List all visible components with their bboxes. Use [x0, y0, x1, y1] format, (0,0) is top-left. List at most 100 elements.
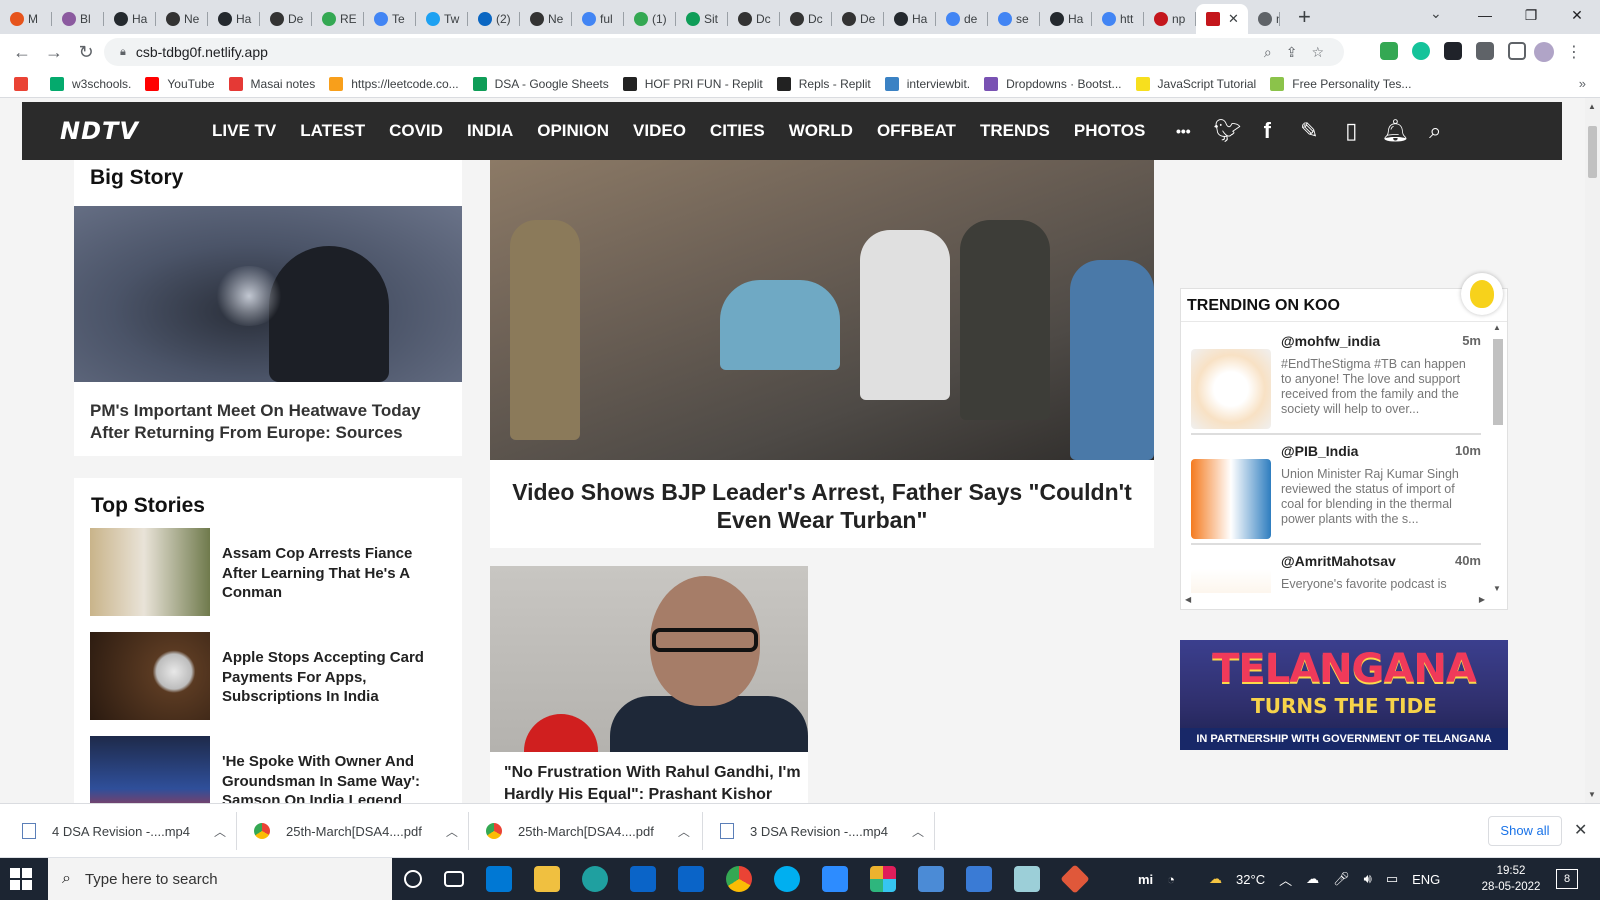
- show-all-button[interactable]: Show all: [1488, 816, 1562, 846]
- react-devtools-icon[interactable]: [1444, 42, 1462, 60]
- story-item[interactable]: Apple Stops Accepting Card Payments For …: [90, 632, 450, 720]
- zoom-icon[interactable]: ⌕: [1264, 44, 1272, 61]
- page-scrollbar[interactable]: ▲ ▼: [1585, 98, 1600, 803]
- tab-search-icon[interactable]: ⌄: [1430, 5, 1442, 22]
- facebook-icon[interactable]: f: [1255, 118, 1279, 144]
- tab[interactable]: Ne: [156, 4, 208, 34]
- bookmark-label[interactable]: https://leetcode.co...: [351, 77, 458, 91]
- bookmark-label[interactable]: interviewbit.: [907, 77, 970, 91]
- tab[interactable]: Ha: [208, 4, 260, 34]
- scroll-thumb[interactable]: [1493, 339, 1503, 425]
- nav-link[interactable]: OFFBEAT: [877, 121, 956, 141]
- chevron-up-icon[interactable]: ︿: [1279, 870, 1292, 889]
- nav-link[interactable]: WORLD: [789, 121, 853, 141]
- edge-icon[interactable]: [582, 866, 608, 892]
- start-button[interactable]: [10, 868, 32, 890]
- bookmark-item[interactable]: [14, 76, 36, 91]
- bookmark-item[interactable]: w3schools.: [50, 76, 131, 91]
- main-story-image[interactable]: [490, 160, 1154, 460]
- bookmark-item[interactable]: interviewbit.: [884, 76, 970, 91]
- big-story-headline[interactable]: PM's Important Meet On Heatwave Today Af…: [90, 400, 440, 444]
- sidebar-icon[interactable]: [1508, 42, 1526, 60]
- nav-link[interactable]: VIDEO: [633, 121, 686, 141]
- bookmark-item[interactable]: DSA - Google Sheets: [472, 76, 609, 91]
- download-item[interactable]: 4 DSA Revision -....mp4 ︿: [22, 804, 226, 858]
- tab[interactable]: M: [0, 4, 52, 34]
- bookmark-item[interactable]: Masai notes: [228, 76, 315, 91]
- forward-button[interactable]: →: [38, 42, 70, 63]
- search-icon[interactable]: ⌕: [1423, 118, 1447, 144]
- taskbar-search[interactable]: ⌕ Type here to search: [48, 858, 392, 900]
- download-name[interactable]: 4 DSA Revision -....mp4: [52, 824, 190, 839]
- lock-icon[interactable]: 🔒︎: [120, 46, 126, 59]
- nav-link[interactable]: TRENDS: [980, 121, 1050, 141]
- story-headline[interactable]: 'He Spoke With Owner And Groundsman In S…: [222, 752, 442, 803]
- search-placeholder[interactable]: Type here to search: [85, 871, 218, 888]
- puzzle-icon[interactable]: [1476, 42, 1494, 60]
- story-thumbnail[interactable]: [90, 528, 210, 616]
- notepad-icon[interactable]: [1014, 866, 1040, 892]
- chevron-up-icon[interactable]: ︿: [214, 823, 226, 840]
- download-item[interactable]: 25th-March[DSA4....pdf ︿: [254, 804, 458, 858]
- mi-icon[interactable]: mi: [1138, 872, 1153, 887]
- vscode-icon[interactable]: [486, 866, 512, 892]
- chrome-icon[interactable]: [726, 866, 752, 892]
- git-icon[interactable]: [1060, 864, 1090, 894]
- close-window-button[interactable]: ✕: [1554, 0, 1600, 30]
- tab[interactable]: Bl: [52, 4, 104, 34]
- photos-icon[interactable]: [966, 866, 992, 892]
- sub-story-headline[interactable]: "No Frustration With Rahul Gandhi, I'm H…: [504, 762, 804, 803]
- telangana-ad-banner[interactable]: TELANGANA TURNS THE TIDE IN PARTNERSHIP …: [1180, 640, 1508, 750]
- koo-post[interactable]: @AmritMahotsav 40m Everyone's favorite p…: [1191, 551, 1481, 593]
- new-tab-button[interactable]: +: [1298, 4, 1311, 30]
- bookmark-item[interactable]: HOF PRI FUN - Replit: [622, 76, 763, 91]
- story-headline[interactable]: Apple Stops Accepting Card Payments For …: [222, 648, 442, 707]
- notification-bell-icon[interactable]: 🔔︎: [1381, 118, 1409, 144]
- koo-scrollbar[interactable]: ▲ ▼: [1489, 323, 1505, 593]
- more-bookmarks-icon[interactable]: »: [1579, 76, 1586, 91]
- scroll-up-icon[interactable]: ▲: [1493, 323, 1501, 332]
- zoom-icon[interactable]: [822, 866, 848, 892]
- bookmark-label[interactable]: YouTube: [167, 77, 214, 91]
- scroll-up-icon[interactable]: ▲: [1588, 102, 1596, 111]
- temperature[interactable]: 32°C: [1236, 872, 1265, 887]
- slack-icon[interactable]: [870, 866, 896, 892]
- store-icon[interactable]: [678, 866, 704, 892]
- koo-post[interactable]: @PIB_India 10m Union Minister Raj Kumar …: [1191, 441, 1481, 545]
- nav-link[interactable]: OPINION: [537, 121, 609, 141]
- bookmark-item[interactable]: YouTube: [145, 76, 215, 91]
- share-icon[interactable]: ⇪: [1286, 44, 1298, 61]
- bookmark-label[interactable]: Dropdowns · Bootst...: [1006, 77, 1121, 91]
- koo-post[interactable]: @mohfw_india 5m #EndTheStigma #TB can ha…: [1191, 331, 1481, 435]
- scroll-down-icon[interactable]: ▼: [1493, 584, 1501, 593]
- bookmark-label[interactable]: Repls - Replit: [799, 77, 871, 91]
- clock[interactable]: 19:52 28-05-2022: [1476, 863, 1546, 895]
- tab[interactable]: Ha: [104, 4, 156, 34]
- notification-center-icon[interactable]: 8: [1556, 869, 1578, 889]
- chevron-up-icon[interactable]: ︿: [912, 823, 924, 840]
- twitter-icon[interactable]: 🐦︎: [1213, 118, 1241, 144]
- story-thumbnail[interactable]: [90, 736, 210, 803]
- tab[interactable]: Te: [364, 4, 416, 34]
- cortana-icon[interactable]: [404, 870, 422, 888]
- cloud-icon[interactable]: ☁: [1306, 871, 1319, 887]
- main-story-headline[interactable]: Video Shows BJP Leader's Arrest, Father …: [506, 478, 1138, 534]
- chevron-up-icon[interactable]: ︿: [446, 823, 458, 840]
- tab[interactable]: ful: [572, 4, 624, 34]
- url-text[interactable]: csb-tdbg0f.netlify.app: [136, 44, 268, 60]
- weather-icon[interactable]: ☁: [1209, 871, 1222, 887]
- sub-story-image[interactable]: [490, 566, 808, 752]
- nav-link[interactable]: INDIA: [467, 121, 513, 141]
- tab[interactable]: (2): [468, 4, 520, 34]
- reload-button[interactable]: ↻: [70, 42, 102, 63]
- story-item[interactable]: Assam Cop Arrests Fiance After Learning …: [90, 528, 450, 616]
- tab[interactable]: Sit: [676, 4, 728, 34]
- koo-text[interactable]: Everyone's favorite podcast is: [1281, 577, 1477, 592]
- nav-link[interactable]: COVID: [389, 121, 443, 141]
- scroll-down-icon[interactable]: ▼: [1588, 790, 1596, 799]
- download-item[interactable]: 25th-March[DSA4....pdf ︿: [486, 804, 690, 858]
- koo-handle[interactable]: @PIB_India: [1281, 443, 1358, 459]
- mail-icon[interactable]: [630, 866, 656, 892]
- download-name[interactable]: 25th-March[DSA4....pdf: [286, 824, 422, 839]
- story-item[interactable]: 'He Spoke With Owner And Groundsman In S…: [90, 736, 450, 803]
